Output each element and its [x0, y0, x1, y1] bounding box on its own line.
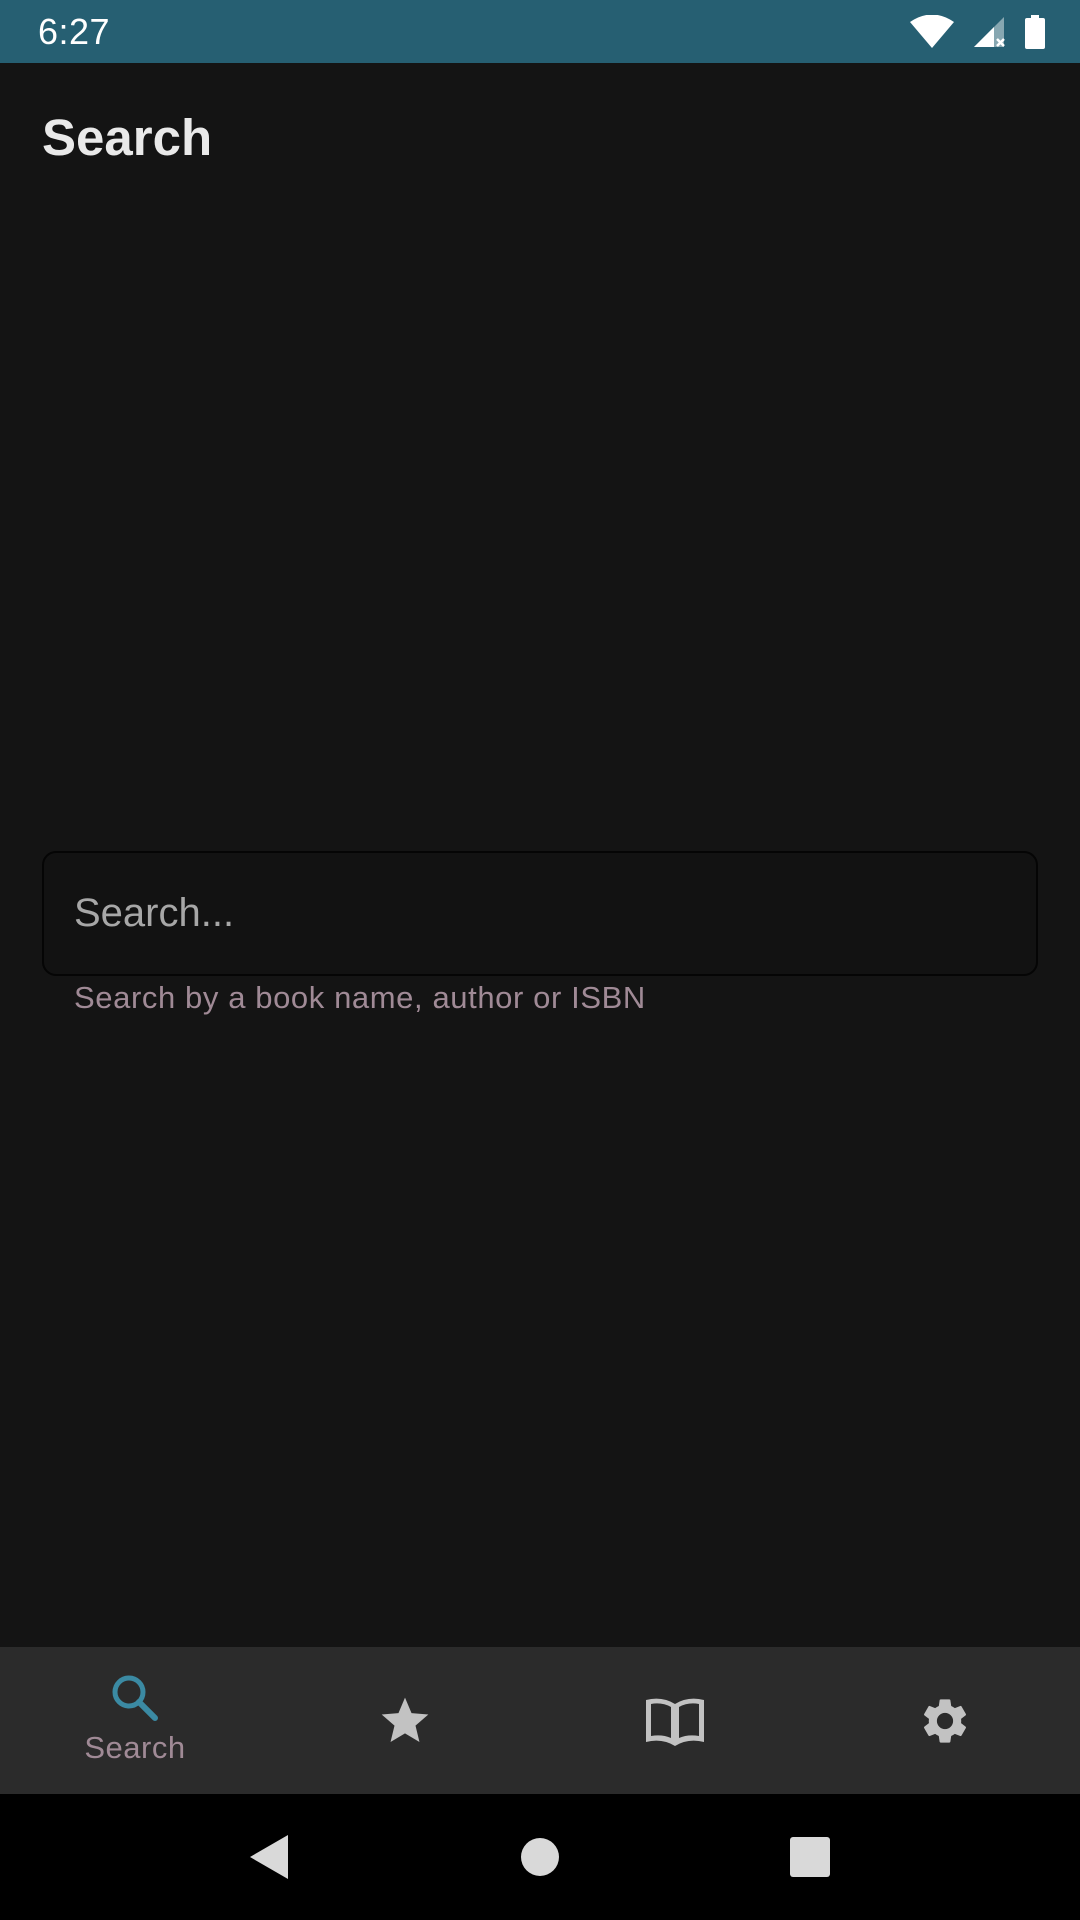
gear-icon	[923, 1698, 967, 1743]
search-field[interactable]	[42, 851, 1038, 976]
nav-item-library[interactable]	[540, 1647, 810, 1794]
signal-icon	[974, 16, 1005, 47]
home-button[interactable]	[405, 1794, 675, 1920]
nav-item-search[interactable]: Search	[0, 1647, 270, 1794]
recents-icon	[790, 1837, 830, 1877]
book-icon	[646, 1698, 704, 1746]
recents-button[interactable]	[675, 1794, 945, 1920]
search-helper-text: Search by a book name, author or ISBN	[74, 980, 646, 1015]
bottom-navigation: Search	[0, 1647, 1080, 1794]
home-icon	[521, 1838, 559, 1876]
search-input[interactable]	[74, 853, 1036, 974]
battery-icon	[1025, 14, 1045, 49]
status-icons	[910, 14, 1046, 49]
nav-item-favorites[interactable]	[270, 1647, 540, 1794]
back-icon	[250, 1835, 288, 1879]
status-bar: 6:27	[0, 0, 1080, 63]
search-icon	[112, 1675, 158, 1721]
nav-item-settings[interactable]	[810, 1647, 1080, 1794]
system-navigation-bar	[0, 1794, 1080, 1920]
status-time: 6:27	[38, 10, 111, 52]
page-title: Search	[42, 109, 213, 166]
star-icon	[381, 1697, 429, 1742]
nav-label-search: Search	[84, 1729, 186, 1765]
back-button[interactable]	[135, 1794, 405, 1920]
wifi-icon	[910, 14, 954, 48]
